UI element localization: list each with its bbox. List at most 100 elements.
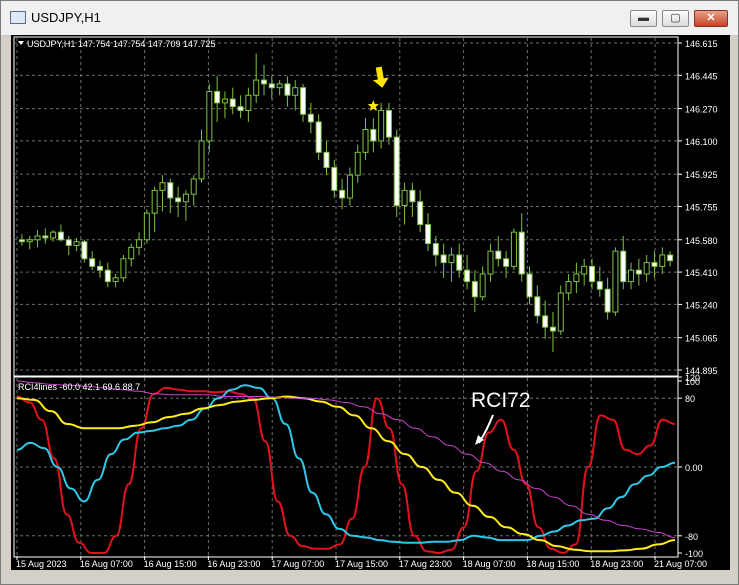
candle-body — [346, 174, 353, 199]
candle-body — [620, 250, 627, 283]
candle-body — [643, 262, 650, 275]
price-tick-label: 146.445 — [685, 71, 718, 81]
candle-body — [26, 239, 33, 243]
candle-body — [628, 269, 635, 283]
candle-body — [104, 269, 111, 283]
candle-body — [378, 109, 385, 142]
rci-tick-label: 0.00 — [685, 463, 703, 473]
candle-body — [510, 231, 517, 267]
x-tick-label: 16 Aug 23:00 — [207, 559, 260, 569]
candle-body — [464, 269, 471, 283]
restore-icon: ▢ — [670, 12, 681, 24]
close-button[interactable]: ✕ — [694, 10, 728, 27]
candle-body — [261, 79, 267, 85]
candle-body — [81, 241, 88, 260]
rci-tick-label: -80 — [685, 532, 698, 542]
candle-body — [18, 239, 25, 243]
candle-body — [143, 212, 150, 241]
candle-body — [495, 250, 502, 260]
candle-body — [479, 273, 486, 298]
rci72-annotation: RCI72 — [471, 389, 531, 412]
candle-body — [97, 265, 103, 271]
chart-window-icon — [10, 11, 26, 24]
candle-body — [417, 201, 424, 226]
candle-body — [354, 151, 361, 176]
candle-body — [471, 281, 478, 298]
candle-body — [589, 265, 595, 283]
candle-body — [276, 83, 283, 89]
minimize-button[interactable]: ▬ — [630, 10, 657, 27]
candle-body — [487, 250, 494, 275]
close-icon: ✕ — [706, 12, 716, 24]
candle-body — [167, 182, 174, 199]
candle-body — [292, 87, 299, 96]
candle-body — [245, 94, 252, 111]
price-chart-svg[interactable]: 146.615 146.445 146.270 146.100 145.925 145.7… — [11, 35, 730, 570]
candle-body — [190, 178, 197, 195]
candle-body — [526, 273, 533, 298]
candle-body — [221, 98, 228, 104]
candle-body — [315, 121, 322, 153]
candle-body — [323, 151, 330, 169]
candle-body — [432, 243, 439, 256]
price-tick-label: 145.240 — [685, 300, 718, 310]
x-tick-label: 16 Aug 07:00 — [80, 559, 133, 569]
candle-body — [175, 197, 182, 203]
candle-body — [206, 90, 213, 142]
maximize-button[interactable]: ▢ — [662, 10, 689, 27]
price-tick-label: 146.615 — [685, 39, 718, 49]
candle-body — [214, 90, 221, 104]
candle-body — [362, 129, 369, 153]
candle-body — [651, 262, 658, 267]
candle-body — [331, 167, 338, 191]
x-tick-label: 18 Aug 07:00 — [463, 559, 516, 569]
candle-body — [393, 136, 400, 207]
candle-body — [42, 235, 49, 239]
window-title: USDJPY,H1 — [31, 10, 101, 25]
candle-body — [50, 231, 57, 239]
candle-body — [385, 109, 392, 138]
candle-body — [503, 258, 510, 267]
candle-body — [635, 269, 642, 275]
bottom-bar — [1, 570, 738, 584]
candle-body — [565, 281, 572, 294]
candle-body — [573, 273, 580, 283]
rci-tick-label: -100 — [685, 549, 703, 559]
candle-body — [112, 277, 119, 283]
candle-body — [34, 235, 41, 241]
candle-body — [557, 292, 564, 332]
candle-body — [307, 113, 314, 123]
candle-body — [339, 189, 346, 199]
x-tick-label: 18 Aug 15:00 — [526, 559, 579, 569]
x-tick-label: 17 Aug 07:00 — [271, 559, 324, 569]
candle-body — [581, 265, 588, 275]
candle-body — [667, 254, 674, 262]
price-tick-label: 145.755 — [685, 203, 718, 213]
candle-body — [65, 239, 72, 246]
price-tick-label: 146.100 — [685, 137, 718, 147]
candle-body — [534, 296, 541, 317]
x-tick-label: 18 Aug 23:00 — [590, 559, 643, 569]
candle-body — [229, 98, 236, 108]
candle-body — [542, 315, 549, 328]
candle-body — [440, 254, 447, 264]
candle-body — [182, 193, 189, 203]
candle-body — [370, 129, 377, 142]
candle-body — [136, 239, 143, 248]
candle-body — [284, 83, 291, 96]
candle-body — [401, 189, 408, 207]
x-tick-label: 17 Aug 15:00 — [335, 559, 388, 569]
chart-area[interactable]: 146.615 146.445 146.270 146.100 145.925 145.7… — [11, 35, 730, 570]
candle-body — [596, 281, 603, 290]
price-tick-label: 145.410 — [685, 268, 718, 278]
candle-body — [253, 79, 260, 96]
minimize-icon: ▬ — [638, 12, 649, 24]
title-bar[interactable]: USDJPY,H1 ▬ ▢ ✕ — [1, 1, 738, 36]
candle-body — [409, 189, 416, 203]
chart-background — [11, 35, 730, 570]
candle-body — [237, 106, 244, 111]
candle-body — [57, 231, 64, 241]
x-tick-label: 16 Aug 15:00 — [144, 559, 197, 569]
x-tick-label: 17 Aug 23:00 — [399, 559, 452, 569]
candle-body — [549, 326, 556, 332]
